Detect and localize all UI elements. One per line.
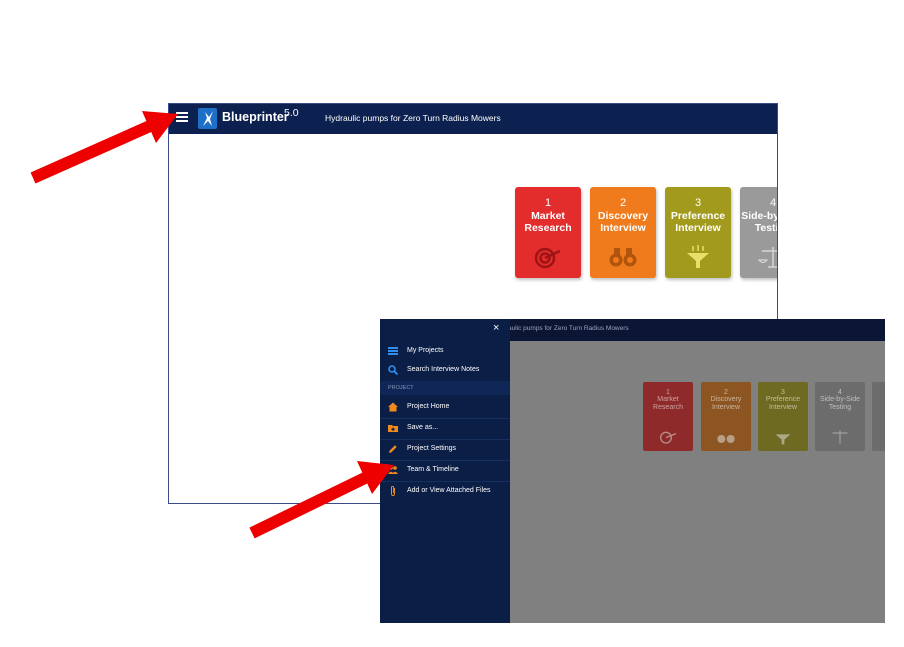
arrow-to-team-timeline — [249, 461, 394, 539]
annotation-arrows — [30, 111, 394, 539]
arrow-to-hamburger — [30, 111, 178, 184]
